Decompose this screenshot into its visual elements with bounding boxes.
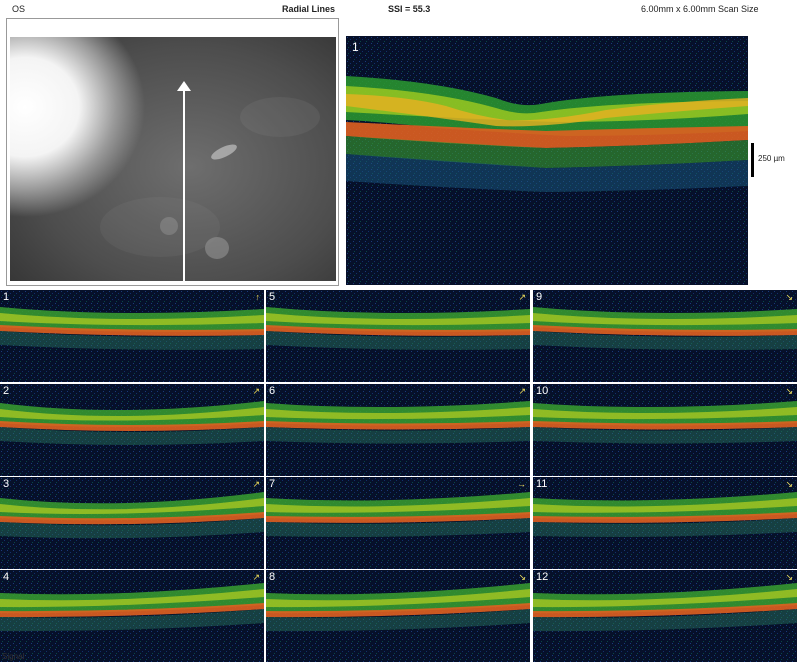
- thumbnail-number: 10: [536, 385, 549, 397]
- thumbnail-bscan-3[interactable]: 3 ↗: [0, 477, 264, 569]
- thumbnail-bscan-5[interactable]: 5 ↗: [266, 290, 530, 382]
- scan-direction-arrowhead: [177, 81, 191, 91]
- scan-direction-icon: →: [517, 479, 526, 489]
- thumbnail-number: 7: [269, 478, 276, 490]
- scan-direction-icon: ↘: [785, 572, 793, 582]
- thumbnail-image: [0, 384, 264, 476]
- thumbnail-number: 6: [269, 385, 276, 397]
- thumbnail-image: [533, 290, 797, 382]
- thumbnail-number: 2: [3, 385, 10, 397]
- scan-direction-icon: ↑: [255, 292, 261, 302]
- thumbnail-number: 5: [269, 291, 276, 303]
- thumbnail-bscan-10[interactable]: 10 ↘: [533, 384, 797, 476]
- thumbnail-bscan-7[interactable]: 7 →: [266, 477, 530, 569]
- scan-pattern-label: Radial Lines: [282, 4, 336, 14]
- thumbnail-image: [266, 384, 530, 476]
- scan-direction-icon: ↘: [785, 292, 793, 302]
- scale-bar-label: 250 µm: [758, 154, 785, 163]
- thumbnail-number: 4: [3, 571, 10, 583]
- eye-label: OS: [12, 4, 26, 14]
- thumbnail-bscan-12[interactable]: 12 ↘: [533, 570, 797, 662]
- thumbnail-number: 12: [536, 571, 549, 583]
- thumbnail-image: [266, 570, 530, 662]
- thumbnail-bscan-1[interactable]: 1 ↑: [0, 290, 264, 382]
- scan-direction-icon: ↘: [785, 386, 793, 396]
- thumbnail-bscan-11[interactable]: 11 ↘: [533, 477, 797, 569]
- scan-direction-icon: ↘: [518, 572, 526, 582]
- main-bscan-image: [346, 36, 748, 285]
- thumbnail-bscan-9[interactable]: 9 ↘: [533, 290, 797, 382]
- thumbnail-image: [0, 570, 264, 662]
- scan-direction-icon: ↗: [252, 386, 260, 396]
- scan-direction-icon: ↗: [518, 292, 526, 302]
- fundus-panel: [6, 18, 339, 286]
- main-bscan[interactable]: 1: [346, 36, 748, 285]
- scan-direction-icon: ↗: [252, 479, 260, 489]
- scan-size-label: 6.00mm x 6.00mm Scan Size: [641, 4, 759, 14]
- scale-bar: [751, 143, 754, 177]
- thumbnail-bscan-6[interactable]: 6 ↗: [266, 384, 530, 476]
- thumbnail-number: 8: [269, 571, 276, 583]
- thumbnail-bscan-8[interactable]: 8 ↘: [266, 570, 530, 662]
- footer-label: Signal: [2, 652, 25, 661]
- thumbnail-number: 11: [536, 478, 548, 490]
- scan-direction-icon: ↗: [518, 386, 526, 396]
- thumbnail-number: 9: [536, 291, 543, 303]
- ssi-label: SSI = 55.3: [388, 4, 431, 14]
- scan-line-arrow: [183, 87, 185, 281]
- thumbnail-image: [266, 477, 530, 569]
- fundus-image[interactable]: [10, 37, 336, 281]
- thumbnail-image: [0, 477, 264, 569]
- main-bscan-number: 1: [352, 40, 359, 54]
- thumbnail-image: [266, 290, 530, 382]
- thumbnail-image: [533, 384, 797, 476]
- thumbnail-number: 1: [3, 291, 10, 303]
- scan-direction-icon: ↘: [785, 479, 793, 489]
- thumbnail-image: [0, 290, 264, 382]
- thumbnail-image: [533, 477, 797, 569]
- scan-direction-icon: ↗: [252, 572, 260, 582]
- thumbnail-number: 3: [3, 478, 10, 490]
- thumbnail-bscan-2[interactable]: 2 ↗: [0, 384, 264, 476]
- thumbnail-bscan-4[interactable]: 4 ↗: [0, 570, 264, 662]
- thumbnail-image: [533, 570, 797, 662]
